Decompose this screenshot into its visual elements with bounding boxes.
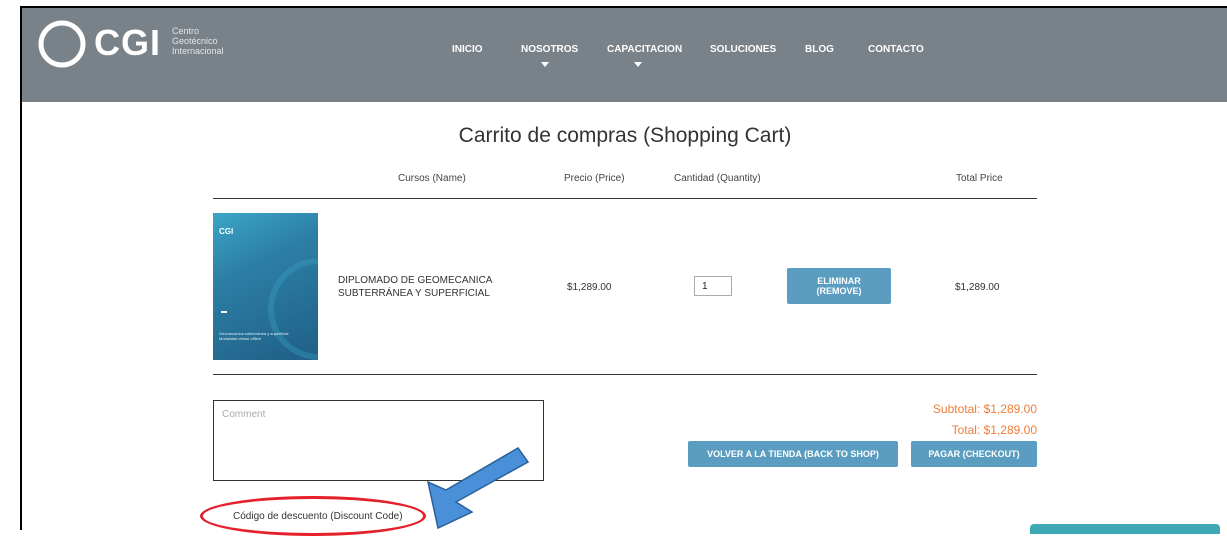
checkout-button[interactable]: PAGAR (CHECKOUT): [911, 441, 1037, 467]
annotation-ellipse: [200, 496, 426, 536]
nav-nosotros[interactable]: NOSOTROS: [521, 44, 578, 55]
quantity-input[interactable]: 1: [694, 276, 732, 296]
nav-capacitacion[interactable]: CAPACITACION: [607, 44, 682, 55]
course-name-line: DIPLOMADO DE GEOMECANICA: [338, 275, 493, 286]
logo-ring-icon: [38, 20, 86, 68]
thumbnail-caption-line: Modalidad virtual offline: [219, 336, 261, 341]
logo-sub-line: Geotécnico: [172, 36, 218, 46]
total-label: Total: $1,289.00: [951, 423, 1037, 437]
thumbnail-caption: Geomecanica subterránea y superficial Mo…: [219, 331, 288, 341]
remove-button-line: ELIMINAR: [817, 276, 861, 286]
column-header-name: Cursos (Name): [398, 173, 466, 184]
back-to-shop-button[interactable]: VOLVER A LA TIENDA (BACK TO SHOP): [688, 441, 898, 467]
chevron-down-icon[interactable]: [541, 62, 549, 67]
logo-sub-line: Centro: [172, 26, 200, 36]
logo-sub-line: Internacional: [172, 46, 224, 56]
course-thumbnail[interactable]: CGI Geomecanica subterránea y superficia…: [213, 213, 318, 360]
column-header-quantity: Cantidad (Quantity): [674, 173, 761, 184]
column-header-price: Precio (Price): [564, 173, 625, 184]
logo-subtitle: Centro Geotécnico Internacional: [172, 26, 224, 56]
course-name: DIPLOMADO DE GEOMECANICA SUBTERRÁNEA Y S…: [338, 274, 492, 300]
table-divider: [213, 198, 1037, 199]
item-total: $1,289.00: [955, 282, 1000, 293]
column-header-total: Total Price: [956, 173, 1003, 184]
cgi-logo[interactable]: CGI Centro Geotécnico Internacional: [38, 18, 258, 74]
nav-soluciones[interactable]: SOLUCIONES: [710, 44, 776, 55]
nav-contacto[interactable]: CONTACTO: [868, 44, 924, 55]
chevron-down-icon[interactable]: [634, 62, 642, 67]
thumbnail-logo: CGI: [219, 227, 234, 236]
table-divider: [213, 374, 1037, 375]
nav-inicio[interactable]: INICIO: [452, 44, 483, 55]
remove-button[interactable]: ELIMINAR (REMOVE): [787, 268, 891, 304]
course-name-line: SUBTERRÁNEA Y SUPERFICIAL: [338, 288, 490, 299]
thumbnail-dash: [221, 311, 227, 313]
remove-button-line: (REMOVE): [816, 286, 862, 296]
logo-text: CGI: [94, 22, 162, 63]
item-price: $1,289.00: [567, 282, 612, 293]
thumbnail-decoration: [268, 258, 318, 360]
subtotal-label: Subtotal: $1,289.00: [932, 402, 1037, 416]
chat-widget-tab[interactable]: [1030, 524, 1220, 534]
annotation-arrow-icon: [426, 447, 530, 530]
page-title: Carrito de compras (Shopping Cart): [458, 124, 792, 147]
nav-blog[interactable]: BLOG: [805, 44, 834, 55]
